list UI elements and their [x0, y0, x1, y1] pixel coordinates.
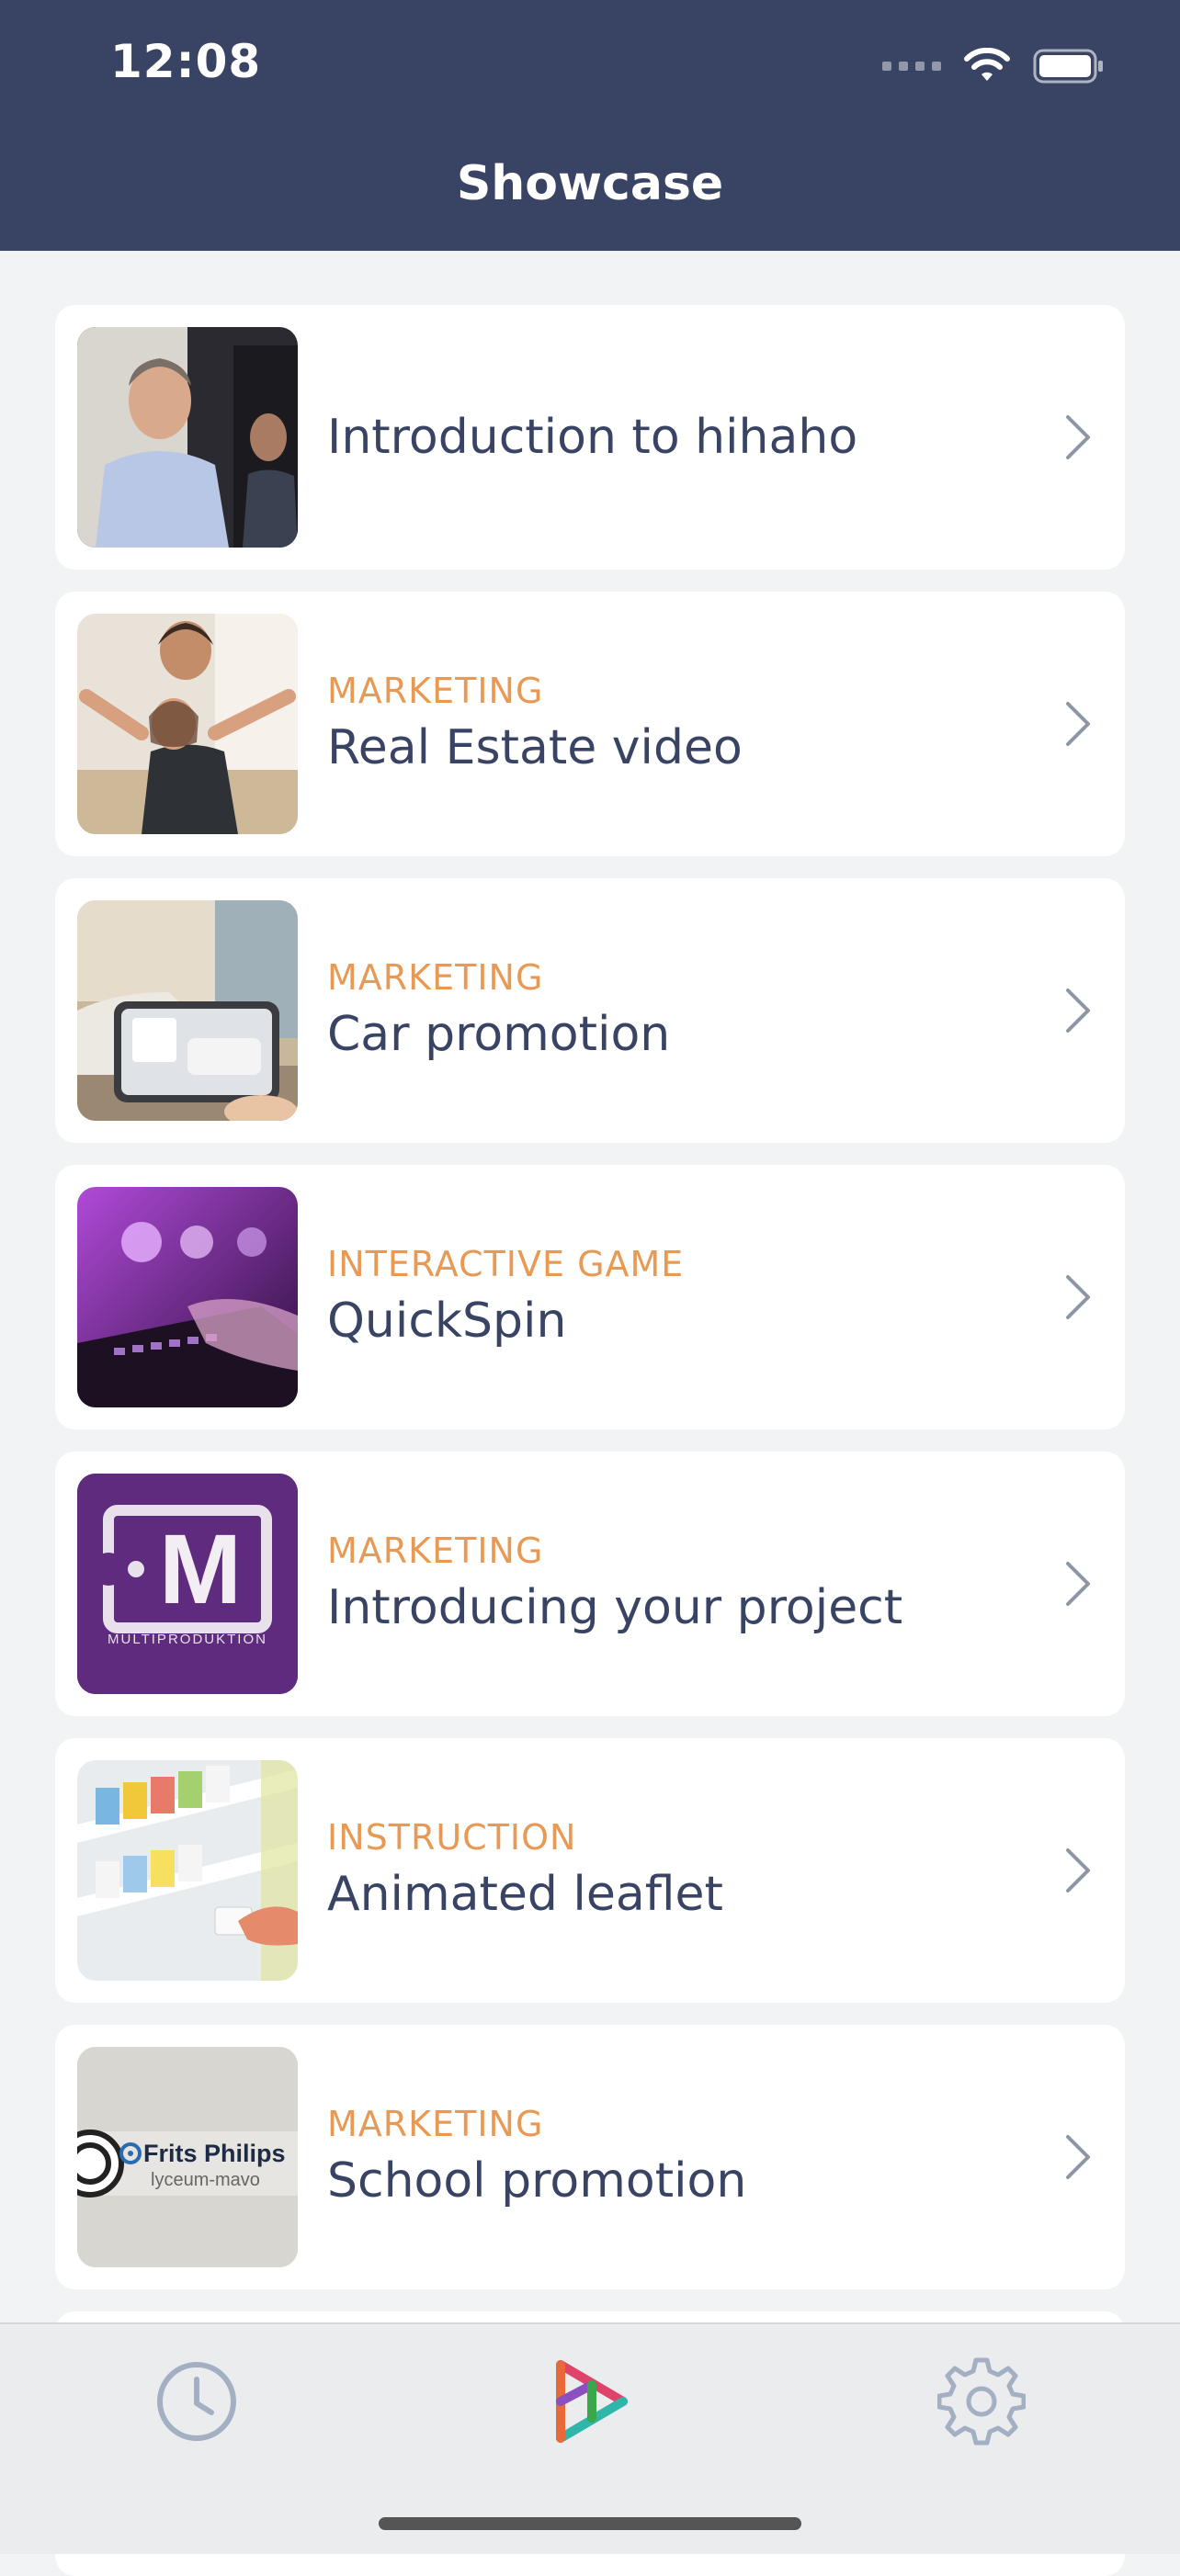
item-category: INTERACTIVE GAME [327, 1244, 685, 1284]
logo-subtitle: lyceum-mavo [151, 2170, 260, 2190]
tab-showcase[interactable] [546, 2357, 634, 2446]
video-thumbnail [77, 1760, 298, 1981]
tab-settings[interactable] [936, 2357, 1027, 2446]
chevron-right-icon [1066, 1848, 1090, 1892]
item-title: Introduction to hihaho [327, 410, 858, 465]
cellular-signal-icon [882, 62, 941, 71]
chevron-right-icon [1066, 1562, 1090, 1606]
item-title: QuickSpin [327, 1294, 567, 1349]
item-category: INSTRUCTION [327, 1817, 577, 1858]
item-category: MARKETING [327, 2104, 544, 2144]
chevron-right-icon [1066, 702, 1090, 746]
status-time: 12:08 [110, 35, 262, 88]
item-category: MARKETING [327, 1531, 544, 1571]
logo-text: MULTIPRODUKTION [108, 1632, 267, 1647]
item-category: MARKETING [327, 671, 544, 711]
item-category: MARKETING [327, 957, 544, 998]
video-thumbnail: M MULTIPRODUKTION [77, 1474, 298, 1694]
item-title: Car promotion [327, 1007, 671, 1062]
item-title: School promotion [327, 2153, 747, 2209]
video-thumbnail [77, 614, 298, 834]
navigation-header: 12:08 Showcase [0, 0, 1180, 251]
chevron-right-icon [1066, 1275, 1090, 1319]
list-item-introduction[interactable]: Introduction to hihaho [55, 305, 1125, 570]
video-thumbnail [77, 1187, 298, 1407]
gear-icon [936, 2357, 1027, 2446]
tab-history[interactable] [153, 2357, 241, 2446]
page-title: Showcase [456, 156, 724, 211]
chevron-right-icon [1066, 2135, 1090, 2179]
multiproduktion-logo: M MULTIPRODUKTION [77, 1513, 298, 1648]
video-thumbnail [77, 900, 298, 1121]
chevron-right-icon [1066, 415, 1090, 459]
logo-letter: M [159, 1513, 242, 1624]
list-item-car-promotion[interactable]: MARKETING Car promotion [55, 878, 1125, 1143]
chevron-right-icon [1066, 989, 1090, 1033]
logo-name: Frits Philips [143, 2140, 286, 2167]
video-thumbnail [77, 327, 298, 548]
wifi-icon [963, 48, 1011, 85]
status-icons [882, 46, 1105, 86]
battery-icon [1033, 48, 1105, 85]
list-item-real-estate[interactable]: MARKETING Real Estate video [55, 592, 1125, 856]
play-logo-icon [556, 2360, 628, 2443]
video-thumbnail: Frits Philips lyceum-mavo [77, 2047, 298, 2267]
list-item-animated-leaflet[interactable]: INSTRUCTION Animated leaflet [55, 1738, 1125, 2003]
list-item-introducing-project[interactable]: M MULTIPRODUKTION MARKETING Introducing … [55, 1452, 1125, 1716]
home-indicator [379, 2517, 801, 2530]
item-title: Animated leaflet [327, 1867, 723, 1922]
item-title: Introducing your project [327, 1580, 903, 1635]
frits-philips-logo: Frits Philips lyceum-mavo [143, 2139, 298, 2191]
item-title: Real Estate video [327, 720, 743, 775]
clock-icon [157, 2362, 236, 2441]
list-item-quickspin[interactable]: INTERACTIVE GAME QuickSpin [55, 1165, 1125, 1429]
list-item-school-promotion[interactable]: Frits Philips lyceum-mavo MARKETING Scho… [55, 2025, 1125, 2289]
